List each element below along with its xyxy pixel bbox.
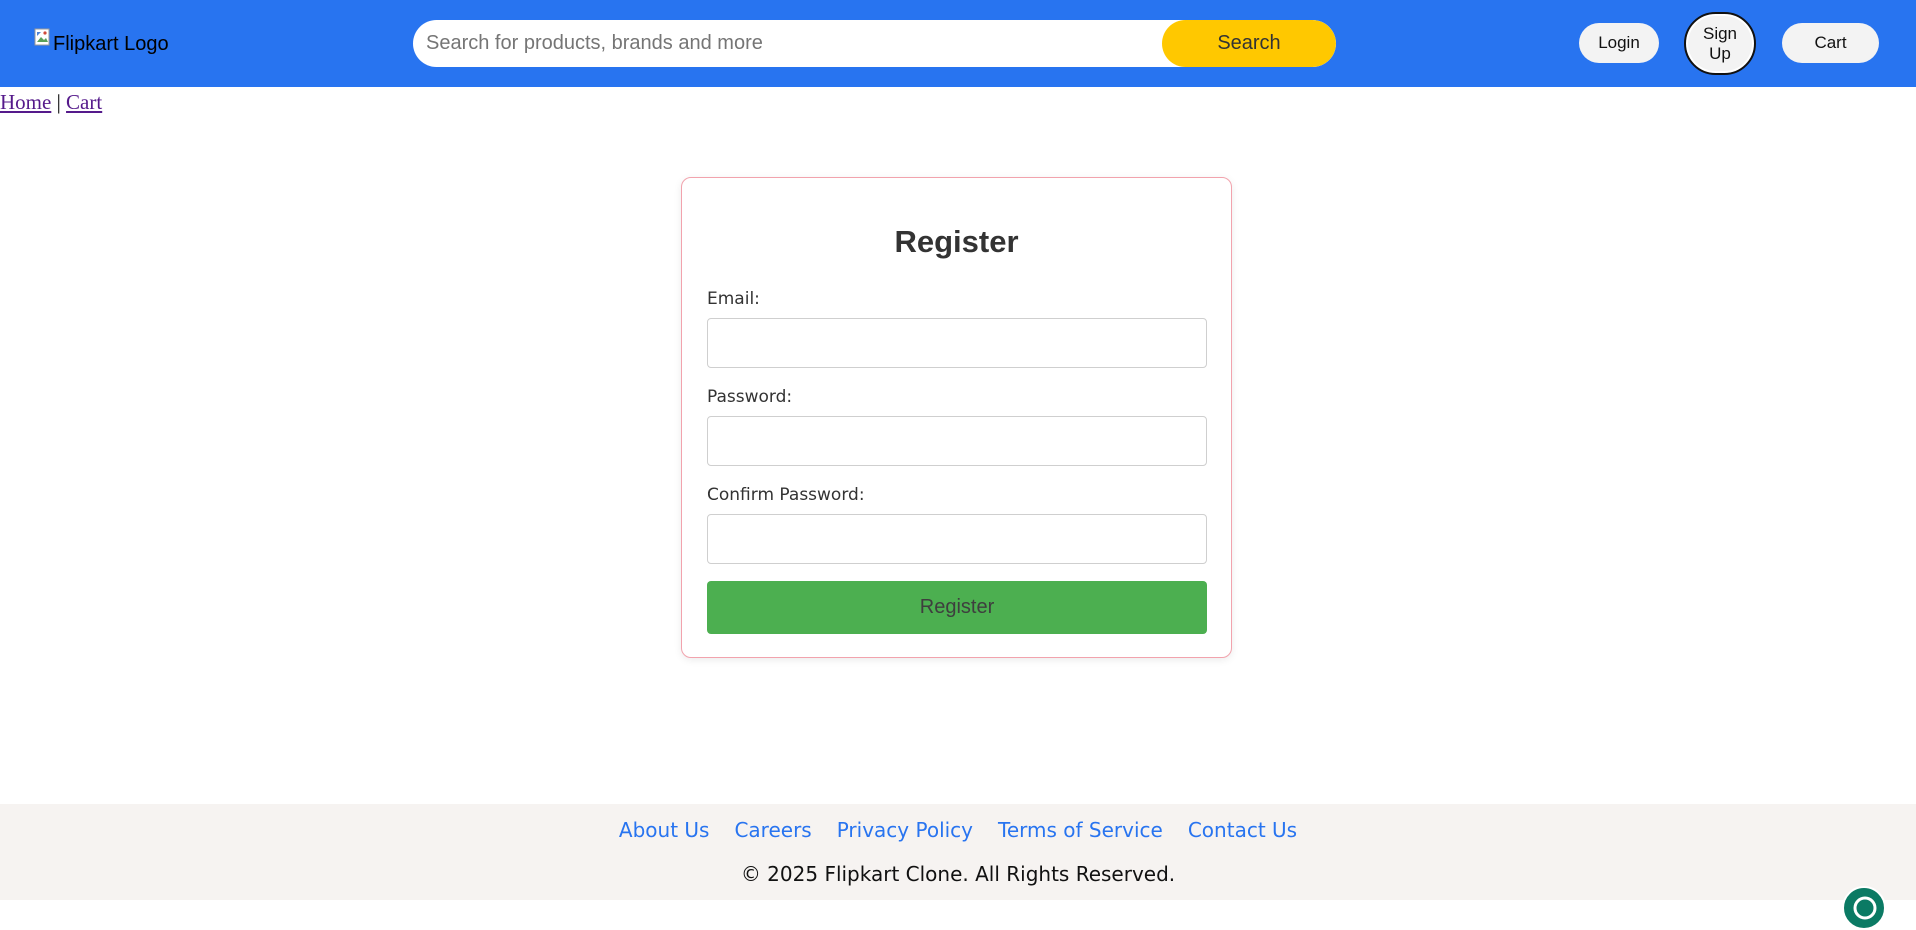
footer-link-careers[interactable]: Careers bbox=[734, 818, 811, 842]
cart-button[interactable]: Cart bbox=[1782, 23, 1879, 63]
breadcrumb-cart-link[interactable]: Cart bbox=[66, 90, 102, 114]
search-input[interactable] bbox=[413, 20, 1153, 67]
form-title: Register bbox=[894, 224, 1019, 259]
copyright-text: © 2025 Flipkart Clone. All Rights Reserv… bbox=[740, 862, 1176, 886]
top-header: Flipkart Logo Search Login SignUp Cart bbox=[0, 0, 1916, 87]
broken-image-icon bbox=[34, 28, 50, 46]
email-field[interactable] bbox=[707, 318, 1207, 368]
breadcrumb: Home | Cart bbox=[0, 90, 102, 115]
register-button[interactable]: Register bbox=[707, 581, 1207, 634]
footer-link-contact[interactable]: Contact Us bbox=[1188, 818, 1297, 842]
breadcrumb-separator: | bbox=[56, 90, 61, 114]
breadcrumb-home-link[interactable]: Home bbox=[0, 90, 51, 114]
site-logo[interactable]: Flipkart Logo bbox=[34, 28, 169, 59]
login-button[interactable]: Login bbox=[1579, 23, 1659, 63]
signup-button[interactable]: Sign Up bbox=[1684, 12, 1756, 75]
confirm-password-field[interactable] bbox=[707, 514, 1207, 564]
search-bar: Search bbox=[413, 20, 1336, 67]
confirm-password-label: Confirm Password: bbox=[707, 485, 865, 505]
signup-label-line1: Sign bbox=[1702, 23, 1738, 43]
footer-link-terms[interactable]: Terms of Service bbox=[998, 818, 1163, 842]
register-form: Register Email: Password: Confirm Passwo… bbox=[681, 177, 1232, 658]
footer-links: About Us Careers Privacy Policy Terms of… bbox=[0, 818, 1916, 842]
email-label: Email: bbox=[707, 289, 760, 309]
search-button[interactable]: Search bbox=[1162, 20, 1336, 67]
footer-link-about[interactable]: About Us bbox=[619, 818, 710, 842]
password-field[interactable] bbox=[707, 416, 1207, 466]
footer-link-privacy[interactable]: Privacy Policy bbox=[837, 818, 973, 842]
chat-widget-icon[interactable] bbox=[1842, 886, 1886, 930]
logo-alt-text: Flipkart Logo bbox=[53, 32, 169, 55]
signup-label-line2: Up bbox=[1709, 43, 1731, 63]
footer: About Us Careers Privacy Policy Terms of… bbox=[0, 804, 1916, 900]
chat-bubble-icon bbox=[1853, 896, 1877, 920]
password-label: Password: bbox=[707, 387, 793, 407]
